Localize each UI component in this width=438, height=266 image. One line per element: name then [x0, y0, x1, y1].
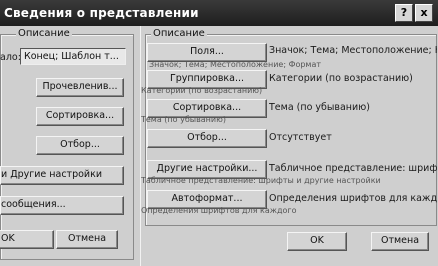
front-dialog: Описание Поля... Значок; Тема; Местополо…: [140, 26, 438, 266]
back-ok-button[interactable]: OK: [0, 230, 54, 249]
filter-description: Отсутствует: [269, 132, 332, 143]
help-button[interactable]: ?: [395, 4, 413, 22]
autoformat-description-shadow: Определения шрифтов для каждого: [141, 206, 297, 215]
window-title: Сведения о представлении: [4, 6, 199, 20]
back-button-1[interactable]: Прочевленив...: [36, 78, 124, 97]
other-settings-description: Табличное представление: шрифты: [269, 163, 437, 174]
grouping-description: Категории (по возрастанию): [269, 73, 413, 84]
back-button-sort[interactable]: Сортировка...: [36, 107, 124, 126]
back-group-label: Описание: [16, 28, 72, 39]
back-field-value[interactable]: Конец; Шаблон т...: [20, 48, 126, 65]
title-bar: Сведения о представлении ? x: [0, 0, 438, 26]
back-dialog: Описание ало: Конец; Шаблон т... Прочевл…: [0, 26, 140, 266]
back-button-messages[interactable]: сообщения...: [0, 196, 124, 215]
description-group-label: Описание: [151, 28, 207, 39]
fields-description: Значок; Тема; Местоположение; Нач: [269, 45, 437, 56]
back-cancel-button[interactable]: Отмена: [56, 230, 118, 249]
other-settings-description-shadow: Табличное представление: шрифты и другие…: [141, 176, 381, 185]
autoformat-description: Определения шрифтов для каждого: [269, 193, 437, 204]
fields-description-shadow: Значок; Тема; Местоположение; Формат: [149, 60, 322, 69]
grouping-description-shadow: Категории (по возрастанию): [141, 86, 263, 95]
sort-description-shadow: Тема (по убыванию): [141, 115, 226, 124]
filter-button[interactable]: Отбор...: [147, 129, 267, 148]
back-field-label: ало:: [0, 52, 21, 63]
close-button[interactable]: x: [415, 4, 433, 22]
back-button-other-settings[interactable]: и Другие настройки: [0, 166, 124, 185]
ok-button[interactable]: OK: [287, 232, 347, 251]
back-button-filter[interactable]: Отбор...: [36, 136, 124, 155]
sort-description: Тема (по убыванию): [269, 102, 370, 113]
cancel-button[interactable]: Отмена: [371, 232, 429, 251]
